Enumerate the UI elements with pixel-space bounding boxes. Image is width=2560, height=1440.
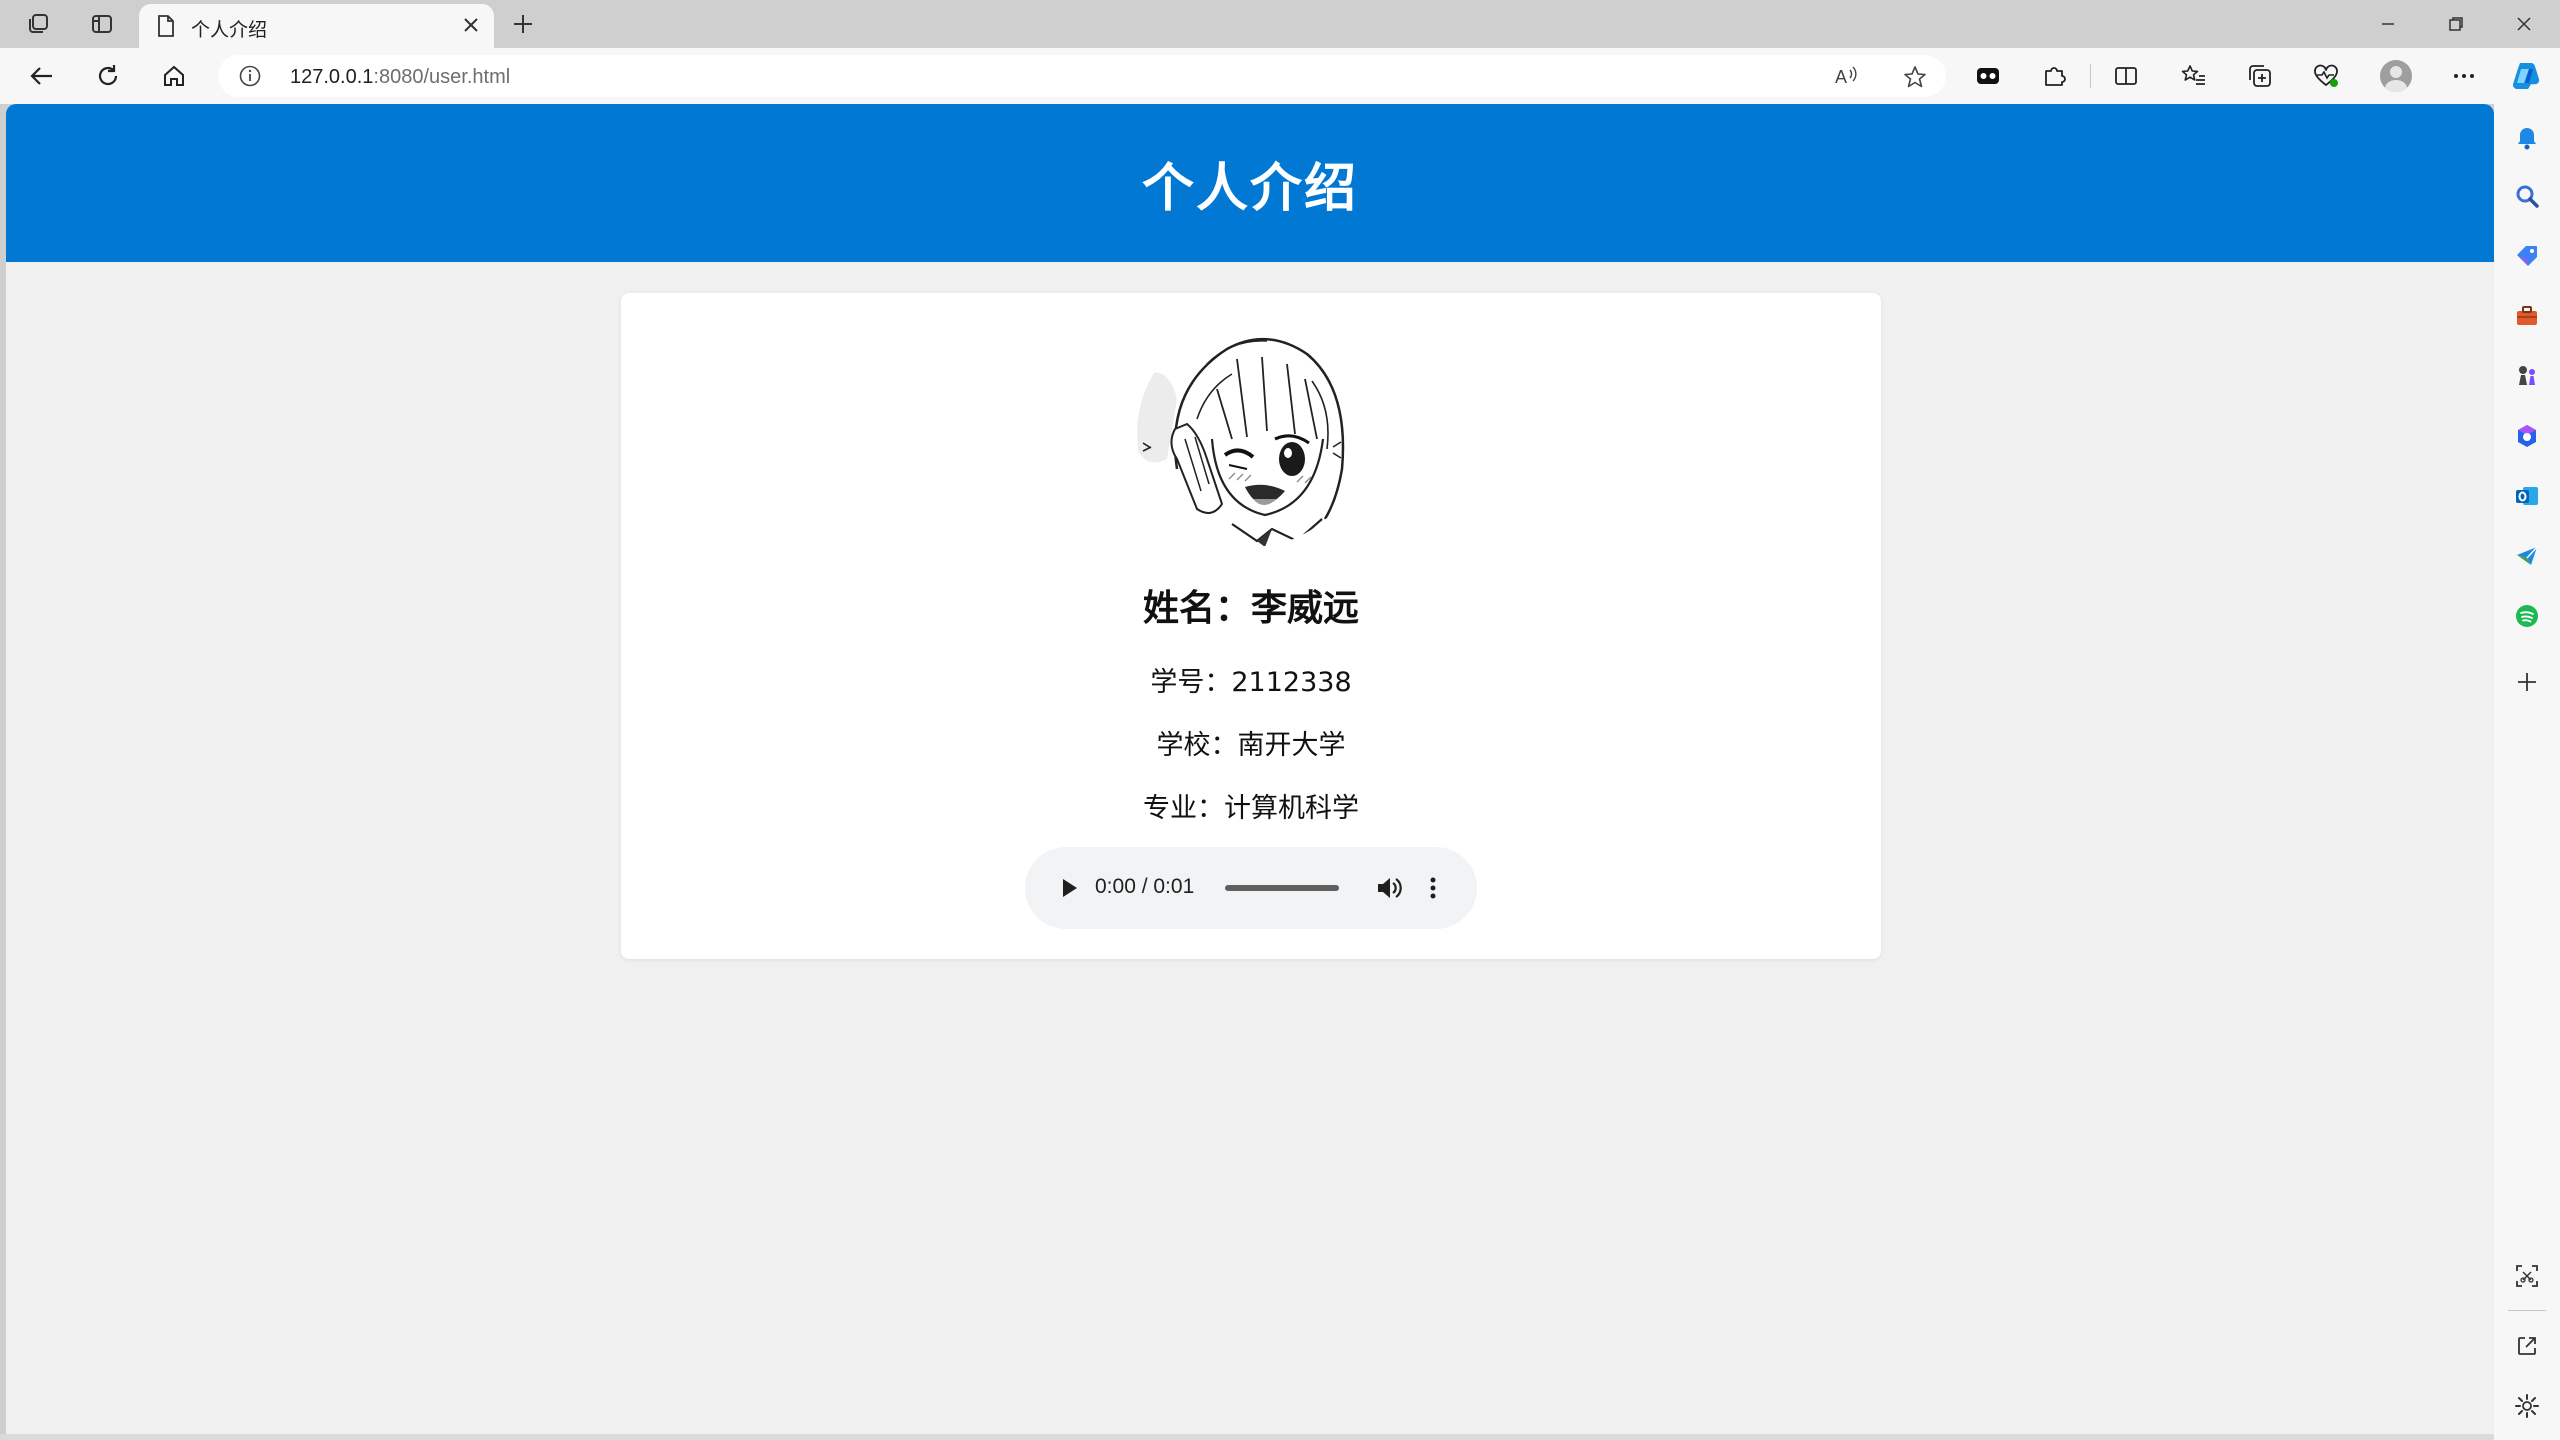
sidebar-item-spotify[interactable] (2511, 600, 2543, 632)
briefcase-icon (2517, 306, 2537, 325)
close-tab-icon[interactable] (460, 14, 482, 36)
tab-actions-icon (92, 15, 112, 33)
send-icon (2517, 546, 2538, 565)
tag-icon (2517, 246, 2537, 266)
extensions-button[interactable] (2032, 56, 2076, 96)
edge-sidebar (2494, 104, 2560, 1440)
more-vertical-icon (1430, 877, 1436, 899)
workspaces-button[interactable] (14, 6, 62, 42)
minimize-button[interactable] (2354, 0, 2422, 48)
sidebar-open-external-button[interactable] (2511, 1330, 2543, 1362)
home-button[interactable] (152, 56, 196, 96)
sidebar-divider (2508, 1310, 2546, 1311)
screenshot-icon (2516, 1265, 2538, 1287)
bell-icon (2518, 128, 2536, 150)
back-arrow-icon (30, 67, 52, 85)
sidebar-item-drop[interactable] (2511, 540, 2543, 572)
play-icon (1063, 879, 1077, 897)
window-bottom-edge (0, 1434, 2494, 1440)
copilot-icon (2513, 63, 2540, 89)
audio-play-button[interactable] (1053, 872, 1085, 904)
page-icon (158, 15, 174, 37)
favorites-button[interactable] (2172, 56, 2216, 96)
collections-button[interactable] (2238, 56, 2282, 96)
read-aloud-icon[interactable]: A (1834, 64, 1860, 88)
more-horizontal-icon (2454, 74, 2474, 78)
audio-progress-slider[interactable] (1225, 885, 1339, 891)
profile-school: 学校：南开大学 (1156, 730, 1346, 761)
workspaces-icon (29, 14, 48, 33)
tab-title: 个人介绍 (191, 20, 268, 41)
page-title: 个人介绍 (1141, 158, 1358, 219)
profile-name: 姓名：李威远 (1142, 588, 1359, 629)
page-viewport: 个人介绍 姓名：李威远 学号：2112338 学校：南开大学 专业：计算机科学 … (6, 104, 2494, 1434)
favorites-list-icon (2181, 65, 2205, 85)
toolbar-separator (2090, 64, 2091, 88)
split-screen-icon (2115, 67, 2137, 85)
site-info-icon[interactable] (238, 64, 262, 88)
tab-strip: 个人介绍 (0, 0, 2560, 48)
profile-card: 姓名：李威远 学号：2112338 学校：南开大学 专业：计算机科学 0:00 … (621, 293, 1881, 959)
split-screen-button[interactable] (2104, 56, 2148, 96)
chess-icon (2519, 366, 2535, 385)
anime-avatar-illustration (1137, 319, 1365, 547)
url-path: :8080/user.html (373, 66, 511, 88)
audio-more-options-button[interactable] (1421, 872, 1445, 904)
audio-player: 0:00 / 0:01 (1025, 847, 1477, 929)
favorite-star-icon[interactable] (1902, 64, 1928, 90)
outlook-icon (2516, 487, 2538, 505)
profile-student-id: 学号：2112338 (1150, 667, 1352, 698)
sidebar-screenshot-button[interactable] (2511, 1260, 2543, 1292)
audio-time: 0:00 / 0:01 (1095, 875, 1195, 898)
svg-text:A: A (1835, 67, 1847, 87)
reload-button[interactable] (86, 56, 130, 96)
address-bar[interactable]: 127.0.0.1:8080/user.html A (218, 55, 1946, 97)
spotify-icon (2516, 605, 2538, 627)
open-external-icon (2518, 1337, 2536, 1355)
url-host: 127.0.0.1 (290, 66, 374, 88)
sidebar-item-microsoft365[interactable] (2511, 420, 2543, 452)
home-icon (164, 65, 184, 86)
browser-essentials-button[interactable] (2304, 56, 2348, 96)
volume-icon (1378, 878, 1402, 898)
plus-icon (514, 15, 532, 33)
browser-toolbar: 127.0.0.1:8080/user.html A (0, 48, 2560, 104)
page-header: 个人介绍 (6, 104, 2494, 262)
sidebar-item-tools[interactable] (2511, 300, 2543, 332)
settings-more-button[interactable] (2442, 56, 2486, 96)
restore-icon (2449, 17, 2463, 31)
sidebar-item-outlook[interactable] (2511, 480, 2543, 512)
sidebar-add-button[interactable] (2511, 666, 2543, 698)
minimize-icon (2382, 23, 2394, 25)
office-icon (2518, 425, 2536, 447)
close-window-button[interactable] (2490, 0, 2558, 48)
back-button[interactable] (20, 56, 64, 96)
sidebar-item-search[interactable] (2511, 180, 2543, 212)
sidebar-item-games[interactable] (2511, 360, 2543, 392)
collections-icon (2249, 65, 2271, 87)
settings-icon (2515, 1394, 2539, 1418)
profile-avatar-icon (2380, 60, 2412, 92)
restore-button[interactable] (2422, 0, 2490, 48)
sidebar-item-shopping[interactable] (2511, 240, 2543, 272)
vertical-tabs-button[interactable] (78, 6, 126, 42)
puzzle-icon (2045, 67, 2066, 86)
add-icon (2518, 673, 2536, 691)
extension-dark-button[interactable] (1966, 56, 2010, 96)
sidebar-settings-button[interactable] (2511, 1390, 2543, 1422)
heart-pulse-icon (2314, 64, 2338, 87)
sidebar-item-notifications[interactable] (2511, 122, 2543, 154)
profile-button[interactable] (2374, 56, 2418, 96)
profile-major: 专业：计算机科学 (1143, 793, 1359, 824)
copilot-button[interactable] (2504, 56, 2548, 96)
close-icon (2517, 17, 2531, 31)
search-icon (2516, 185, 2539, 208)
new-tab-button[interactable] (505, 6, 541, 42)
active-tab[interactable]: 个人介绍 (139, 4, 494, 48)
avatar (1137, 319, 1365, 547)
url-text: 127.0.0.1:8080/user.html (290, 66, 510, 89)
reload-icon (98, 65, 118, 86)
audio-volume-button[interactable] (1373, 872, 1405, 904)
glasses-icon (1977, 68, 1999, 84)
